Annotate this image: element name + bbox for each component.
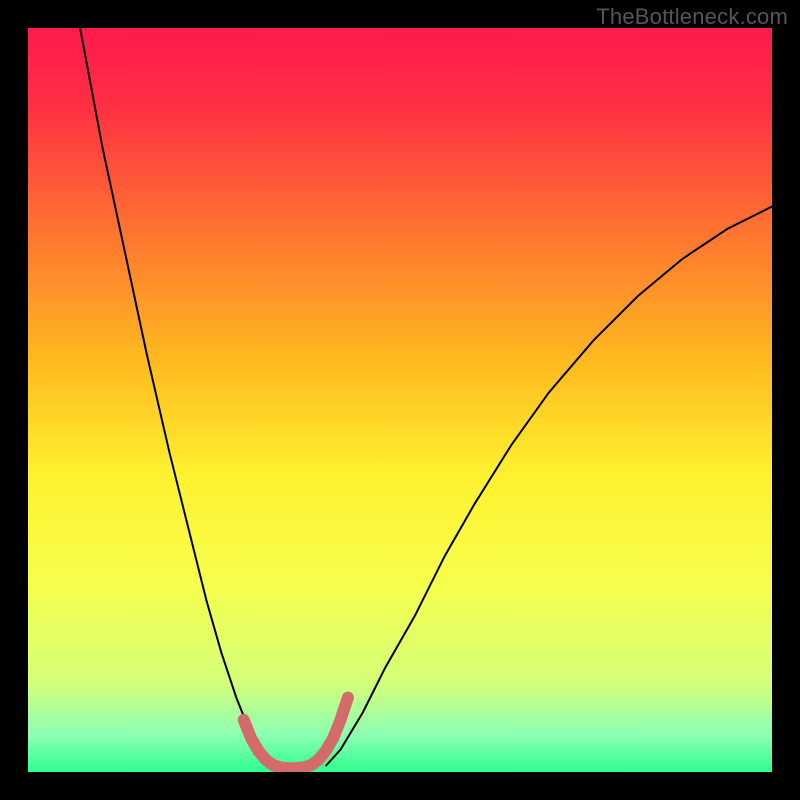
chart-svg xyxy=(28,28,772,772)
watermark-text: TheBottleneck.com xyxy=(596,4,788,30)
gradient-background xyxy=(28,28,772,772)
chart-outer-frame: TheBottleneck.com xyxy=(0,0,800,800)
plot-area xyxy=(28,28,772,772)
